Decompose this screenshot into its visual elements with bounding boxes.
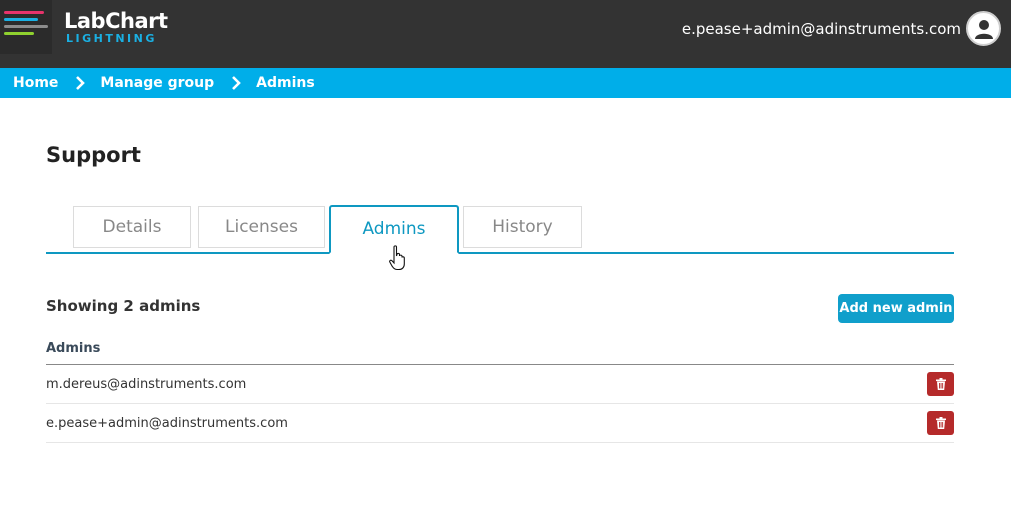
- user-email: e.pease+admin@adinstruments.com: [681, 20, 961, 38]
- breadcrumb-manage-group[interactable]: Manage group: [100, 75, 214, 91]
- add-new-admin-button[interactable]: Add new admin: [838, 294, 954, 323]
- admin-email: m.dereus@adinstruments.com: [46, 377, 247, 392]
- breadcrumb-home[interactable]: Home: [13, 75, 58, 91]
- chevron-right-icon: [76, 76, 86, 90]
- breadcrumb: Home Manage group Admins: [0, 68, 1011, 98]
- delete-admin-button[interactable]: [927, 372, 954, 396]
- trash-icon: [935, 417, 946, 429]
- table-row: m.dereus@adinstruments.com: [46, 365, 954, 404]
- labchart-logo[interactable]: LabChart LIGHTNING: [0, 0, 200, 54]
- trash-icon: [935, 378, 946, 390]
- page-title: Support: [46, 143, 141, 167]
- table-row: e.pease+admin@adinstruments.com: [46, 404, 954, 443]
- chevron-right-icon: [232, 76, 241, 90]
- table-header: Admins: [46, 340, 954, 365]
- tab-bar: Details Licenses Admins History: [46, 205, 954, 254]
- logo-title: LabChart: [64, 9, 168, 33]
- hand-pointer-icon: [389, 245, 405, 271]
- admin-email: e.pease+admin@adinstruments.com: [46, 416, 288, 431]
- admin-count-text: Showing 2 admins: [46, 297, 201, 315]
- tab-history[interactable]: History: [463, 206, 582, 248]
- tab-licenses[interactable]: Licenses: [198, 206, 325, 248]
- logo-subtitle: LIGHTNING: [66, 32, 157, 45]
- user-icon: [974, 19, 993, 39]
- top-header: LabChart LIGHTNING e.pease+admin@adinstr…: [0, 0, 1011, 68]
- column-header-admins: Admins: [46, 341, 101, 356]
- user-avatar[interactable]: [966, 11, 1001, 46]
- delete-admin-button[interactable]: [927, 411, 954, 435]
- tab-details[interactable]: Details: [73, 206, 191, 248]
- breadcrumb-admins[interactable]: Admins: [256, 75, 315, 91]
- logo-mark: [0, 0, 52, 54]
